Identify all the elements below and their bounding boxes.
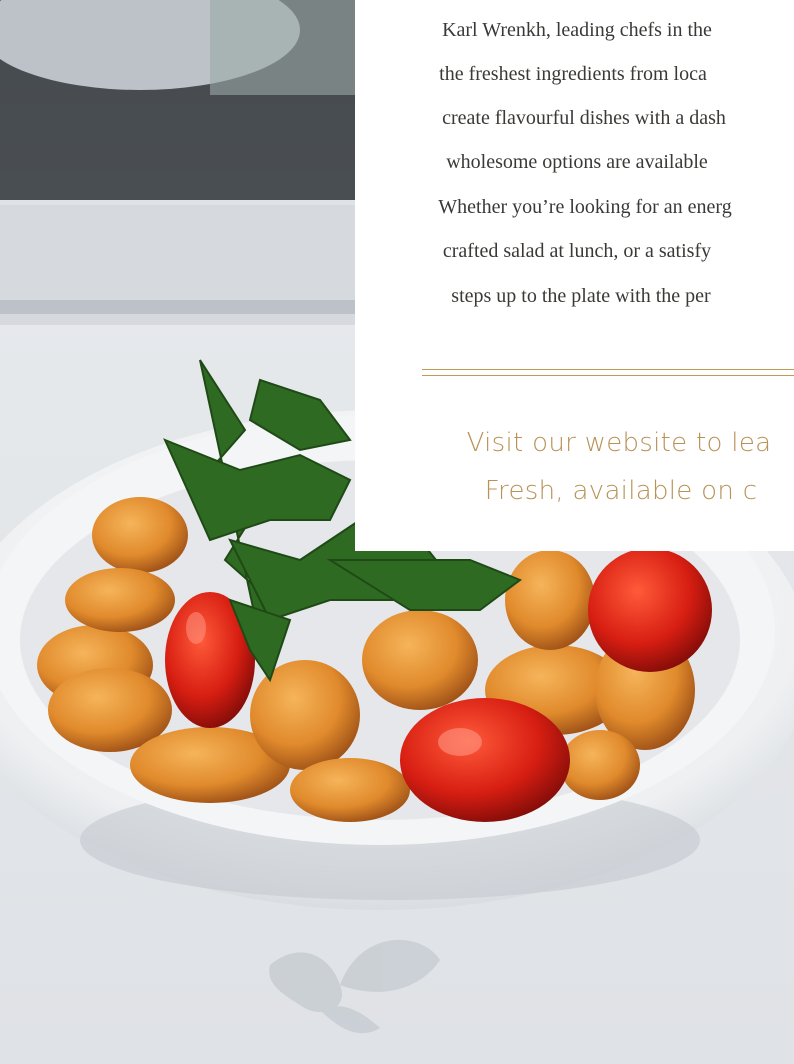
description-line: the freshest ingredients from loca — [439, 63, 707, 85]
description-line: Karl Wrenkh, leading chefs in the — [442, 19, 712, 41]
description-line: Whether you’re looking for an energ — [438, 196, 732, 218]
availability-note: Fresh, available on c — [484, 476, 758, 506]
description-line: crafted salad at lunch, or a satisfy — [442, 240, 712, 262]
website-call-to-action: Visit our website to lea — [466, 428, 772, 458]
description-text: Karl Wrenkh, leading chefs in the the fr… — [355, 0, 794, 360]
brochure-page: Karl Wrenkh, leading chefs in the the fr… — [0, 0, 794, 1064]
description-line: create flavourful dishes with a dash — [442, 107, 726, 129]
gold-double-divider — [422, 369, 794, 376]
description-line: steps up to the plate with the per — [451, 285, 711, 307]
description-line: wholesome options are available — [446, 151, 708, 173]
description-panel: Karl Wrenkh, leading chefs in the the fr… — [355, 0, 794, 551]
